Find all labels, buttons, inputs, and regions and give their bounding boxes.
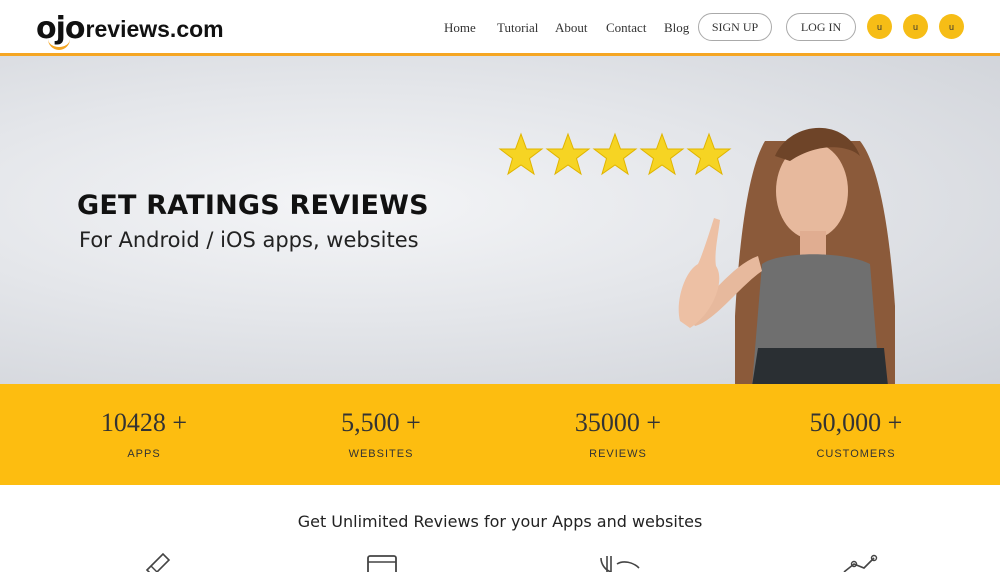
logo[interactable]: ojo reviews.com bbox=[36, 8, 224, 50]
nav-about[interactable]: About bbox=[555, 20, 588, 36]
stat-label: CUSTOMERS bbox=[816, 448, 896, 460]
stat-websites: 5,500 + WEBSITES bbox=[281, 408, 481, 460]
hero-banner: GET RATINGS REVIEWS For Android / iOS ap… bbox=[0, 56, 1000, 384]
social-icon[interactable]: u bbox=[903, 14, 928, 39]
logo-text: reviews.com bbox=[85, 16, 224, 42]
site-header: ojo reviews.com Home Tutorial About Cont… bbox=[0, 0, 1000, 56]
star-icon bbox=[499, 133, 543, 175]
social-icon[interactable]: u bbox=[939, 14, 964, 39]
stat-label: APPS bbox=[127, 448, 161, 460]
hero-title: GET RATINGS REVIEWS bbox=[77, 190, 429, 221]
nav-contact[interactable]: Contact bbox=[606, 20, 646, 36]
stat-number: 5,500 + bbox=[341, 408, 421, 437]
logo-mark: ojo bbox=[36, 11, 86, 50]
stat-apps: 10428 + APPS bbox=[44, 408, 244, 460]
stat-customers: 50,000 + CUSTOMERS bbox=[756, 408, 956, 460]
woman-photo bbox=[678, 127, 895, 384]
stat-reviews: 35000 + REVIEWS bbox=[518, 408, 718, 460]
star-icon bbox=[593, 133, 637, 175]
star-icon bbox=[546, 133, 590, 175]
stat-number: 35000 + bbox=[574, 408, 662, 437]
hero-subtitle: For Android / iOS apps, websites bbox=[79, 228, 419, 252]
chart-icon bbox=[843, 554, 878, 572]
login-button[interactable]: LOG IN bbox=[786, 13, 856, 41]
stats-bar: 10428 + APPS 5,500 + WEBSITES 35000 + RE… bbox=[0, 384, 1000, 485]
stat-number: 50,000 + bbox=[809, 408, 903, 437]
stat-label: REVIEWS bbox=[589, 448, 647, 460]
section-title: Get Unlimited Reviews for your Apps and … bbox=[297, 512, 703, 531]
phone-icon bbox=[600, 556, 640, 572]
nav-home[interactable]: Home bbox=[444, 20, 476, 36]
stat-number: 10428 + bbox=[100, 408, 188, 437]
nav-blog[interactable]: Blog bbox=[664, 20, 689, 36]
stat-label: WEBSITES bbox=[348, 448, 414, 460]
pencil-icon bbox=[145, 552, 171, 572]
social-icon[interactable]: u bbox=[867, 14, 892, 39]
browser-icon bbox=[367, 555, 397, 572]
signup-button[interactable]: SIGN UP bbox=[698, 13, 772, 41]
nav-tutorial[interactable]: Tutorial bbox=[497, 20, 538, 36]
